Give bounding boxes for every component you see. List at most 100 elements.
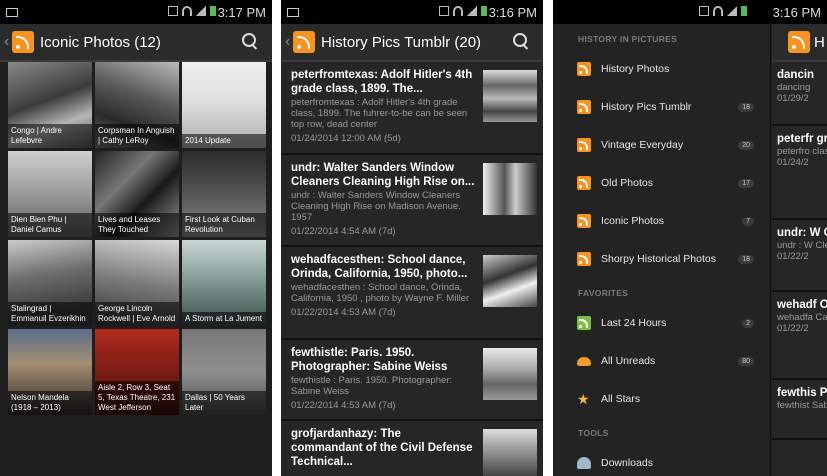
photo-tile[interactable]: Dallas | 50 Years Later — [182, 329, 266, 415]
drawer-item-shorpy-historical-photos[interactable]: Shorpy Historical Photos 18 — [553, 240, 770, 278]
wifi-icon — [182, 6, 192, 16]
photo-tile[interactable]: First Look at Cuban Revolution — [182, 151, 266, 237]
drawer-item-history-pics-tumblr[interactable]: History Pics Tumblr 18 — [553, 88, 770, 126]
feed-entry[interactable]: grofjardanhazy: The commandant of the Ci… — [281, 421, 543, 476]
entry-snippet: undr : Walter Sanders Window Cleaners Cl… — [291, 190, 461, 223]
photo-tile[interactable]: George Lincoln Rockwell | Eve Arnold — [95, 240, 179, 326]
action-bar: ‹ History Pics Tumblr (20) — [281, 24, 543, 62]
rss-feed-icon[interactable] — [12, 31, 34, 53]
feed-entry[interactable]: fewthistle: Paris. 1950. Photographer: S… — [281, 340, 543, 421]
drawer-item-all-unreads[interactable]: All Unreads 80 — [553, 342, 770, 380]
drawer-item-label: All Unreads — [601, 355, 656, 367]
section-header-favorites: FAVORITES — [578, 288, 629, 298]
back-chevron-icon[interactable]: ‹ — [285, 33, 293, 51]
phone-history-pics-tumblr: 3:16 PM ‹ History Pics Tumblr (20) peter… — [281, 0, 543, 476]
mute-icon — [439, 6, 449, 16]
feed-entry[interactable]: wehadfacesthen: School dance, Orinda, Ca… — [281, 247, 543, 340]
feed-entry[interactable]: undr: Walter Sanders Window Cleaners Cle… — [281, 155, 543, 247]
unread-count-badge: 7 — [742, 216, 754, 226]
rss-feed-icon — [577, 316, 591, 330]
entry-date: 01/22/2014 4:54 AM (7d) — [291, 226, 396, 237]
entry-title: peterfromtexas: Adolf Hitler's 4th grade… — [291, 69, 473, 95]
entry-thumbnail — [483, 429, 537, 476]
drawer-item-label: Downloads — [601, 457, 653, 469]
feed-entry[interactable]: peterfr grade c peterfro class, 1 seen t… — [772, 126, 827, 220]
drawer-item-label: History Photos — [601, 63, 670, 75]
drawer-item-label: Last 24 Hours — [601, 317, 667, 329]
search-icon[interactable] — [242, 33, 258, 49]
photo-tile[interactable]: Nelson Mandela (1918 – 2013) — [8, 329, 92, 415]
wifi-icon — [713, 6, 723, 16]
photo-tile[interactable]: Congo | Andre Lefebvre — [8, 62, 92, 148]
rss-feed-icon[interactable] — [788, 31, 810, 53]
rss-feed-icon — [577, 62, 591, 76]
feed-entry[interactable]: wehadf Orinda wehadfa Californ Miller 01… — [772, 292, 827, 380]
entry-snippet: dancing — [777, 82, 811, 93]
drawer-item-last-24-hours[interactable]: Last 24 Hours 2 — [553, 304, 770, 342]
screenshot-notification-icon — [287, 7, 299, 17]
rss-feed-icon[interactable] — [293, 31, 315, 53]
entry-date: 01/24/2 — [777, 157, 809, 168]
photo-tile[interactable]: A Storm at La Jument — [182, 240, 266, 326]
signal-icon — [196, 6, 206, 16]
battery-icon — [741, 6, 747, 16]
status-bar: 3:16 PM — [553, 0, 827, 24]
drawer-item-label: Shorpy Historical Photos — [601, 253, 716, 265]
tile-caption: 2014 Update — [182, 134, 266, 148]
action-bar: ‹ Iconic Photos (12) — [0, 24, 272, 62]
drawer-item-label: Vintage Everyday — [601, 139, 684, 151]
drawer-item-all-stars[interactable]: ★ All Stars — [553, 380, 770, 418]
tile-caption: Dallas | 50 Years Later — [182, 391, 266, 415]
rss-feed-icon — [577, 138, 591, 152]
status-icons — [168, 6, 216, 16]
entry-thumbnail — [483, 163, 537, 215]
signal-icon — [467, 6, 477, 16]
photo-tile[interactable]: 2014 Update — [182, 62, 266, 148]
drawer-item-history-photos[interactable]: History Photos — [553, 50, 770, 88]
back-chevron-icon[interactable]: ‹ — [4, 33, 12, 51]
entry-title: undr: W Cleane — [777, 227, 827, 239]
cloud-icon — [577, 356, 591, 366]
entry-snippet: peterfromtexas : Adolf Hitler's 4th grad… — [291, 97, 468, 130]
clock: 3:17 PM — [217, 5, 266, 20]
photo-tile[interactable]: Stalingrad | Emmanuil Evzerikhin — [8, 240, 92, 326]
battery-icon — [210, 6, 216, 16]
feed-entry[interactable]: undr: W Cleane undr : W Cleanin 1957 01/… — [772, 220, 827, 292]
action-bar: H — [772, 24, 827, 62]
rss-feed-icon — [577, 100, 591, 114]
feed-entry[interactable]: dancin dancing 01/29/2 — [772, 62, 827, 126]
unread-count-badge: 18 — [738, 102, 754, 112]
page-title: Iconic Photos (12) — [40, 33, 161, 51]
entry-title: wehadf Orinda — [777, 299, 827, 311]
page-title: H — [814, 33, 825, 51]
drawer-item-iconic-photos[interactable]: Iconic Photos 7 — [553, 202, 770, 240]
entry-snippet: undr : W Cleanin 1957 — [777, 240, 827, 251]
section-header-history: HISTORY IN PICTURES — [578, 34, 678, 44]
entry-snippet: wehadfa Californ Miller — [777, 312, 827, 323]
drawer-item-old-photos[interactable]: Old Photos 17 — [553, 164, 770, 202]
feed-entry[interactable]: peterfromtexas: Adolf Hitler's 4th grade… — [281, 62, 543, 155]
tile-caption: Aisle 2, Row 3, Seat 5, Texas Theatre, 2… — [95, 381, 179, 415]
tile-caption: George Lincoln Rockwell | Eve Arnold — [95, 302, 179, 326]
entry-snippet: wehadfacesthen : School dance, Orinda, C… — [291, 282, 470, 304]
drawer-item-downloads[interactable]: Downloads — [553, 444, 770, 476]
entry-date: 01/29/2 — [777, 93, 809, 104]
tile-caption: Stalingrad | Emmanuil Evzerikhin — [8, 302, 92, 326]
rss-feed-icon — [577, 252, 591, 266]
photo-tile[interactable]: Corpsman In Anguish | Cathy LeRoy — [95, 62, 179, 148]
tile-caption: Dien Bien Phu | Daniel Camus — [8, 213, 92, 237]
phone-iconic-photos: 3:17 PM ‹ Iconic Photos (12) Congo | And… — [0, 0, 272, 476]
feed-entry[interactable]: fewthis Photog fewthist Sabine — [772, 380, 827, 440]
entry-snippet: peterfro class, 1 seen top — [777, 146, 827, 157]
entry-snippet: fewthist Sabine — [777, 400, 827, 411]
photo-tile[interactable]: Dien Bien Phu | Daniel Camus — [8, 151, 92, 237]
drawer-item-vintage-everyday[interactable]: Vintage Everyday 20 — [553, 126, 770, 164]
entry-title: dancin — [777, 69, 815, 81]
photo-tile[interactable]: Aisle 2, Row 3, Seat 5, Texas Theatre, 2… — [95, 329, 179, 415]
entry-date: 01/24/2014 12:00 AM (5d) — [291, 133, 401, 144]
search-icon[interactable] — [513, 33, 529, 49]
unread-count-badge: 2 — [742, 318, 754, 328]
tile-caption: A Storm at La Jument — [182, 312, 266, 326]
photo-tile[interactable]: Lives and Leases They Touched — [95, 151, 179, 237]
mute-icon — [168, 6, 178, 16]
